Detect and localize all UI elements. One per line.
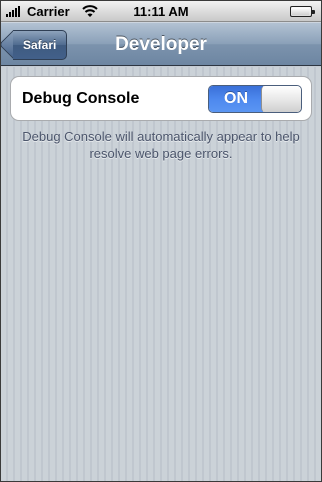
settings-content: Debug Console ON Debug Console will auto… [1, 67, 321, 481]
toggle-on-label: ON [209, 86, 263, 112]
device-screen: Carrier 11:11 AM Safari Developer Debug … [0, 0, 322, 482]
debug-console-toggle[interactable]: ON [208, 85, 302, 113]
status-bar: Carrier 11:11 AM [1, 1, 321, 22]
battery-icon [290, 6, 315, 17]
back-button-safari[interactable]: Safari [13, 30, 67, 60]
status-time: 11:11 AM [133, 4, 189, 19]
navigation-bar: Safari Developer [1, 22, 321, 66]
debug-console-label: Debug Console [22, 90, 140, 107]
toggle-knob[interactable] [261, 86, 301, 112]
debug-console-cell: Debug Console ON [10, 76, 312, 121]
debug-console-description: Debug Console will automatically appear … [22, 129, 300, 161]
